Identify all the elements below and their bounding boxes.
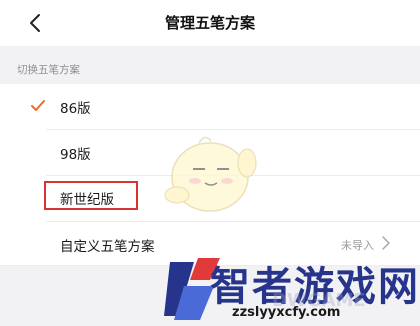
- nav-header: 管理五笔方案: [0, 0, 420, 46]
- option-label: 98版: [60, 147, 91, 163]
- section-header: 切换五笔方案: [0, 46, 420, 84]
- custom-scheme-label: 自定义五笔方案: [60, 239, 155, 255]
- option-label: 86版: [60, 101, 91, 117]
- mascot-watermark: [164, 136, 257, 212]
- chevron-right-icon: [382, 236, 390, 250]
- watermark-url: zzslyyxcfy.com: [232, 305, 341, 320]
- page-title: 管理五笔方案: [164, 14, 255, 32]
- checkmark-icon: [31, 100, 45, 111]
- highlight-box: [44, 181, 138, 210]
- wubi-scheme-screen: 管理五笔方案 切换五笔方案 86版 98版 新世纪版 自定义五笔方案 未导入 智…: [0, 0, 420, 326]
- section-label: 切换五笔方案: [17, 64, 80, 76]
- import-status: 未导入: [341, 239, 374, 252]
